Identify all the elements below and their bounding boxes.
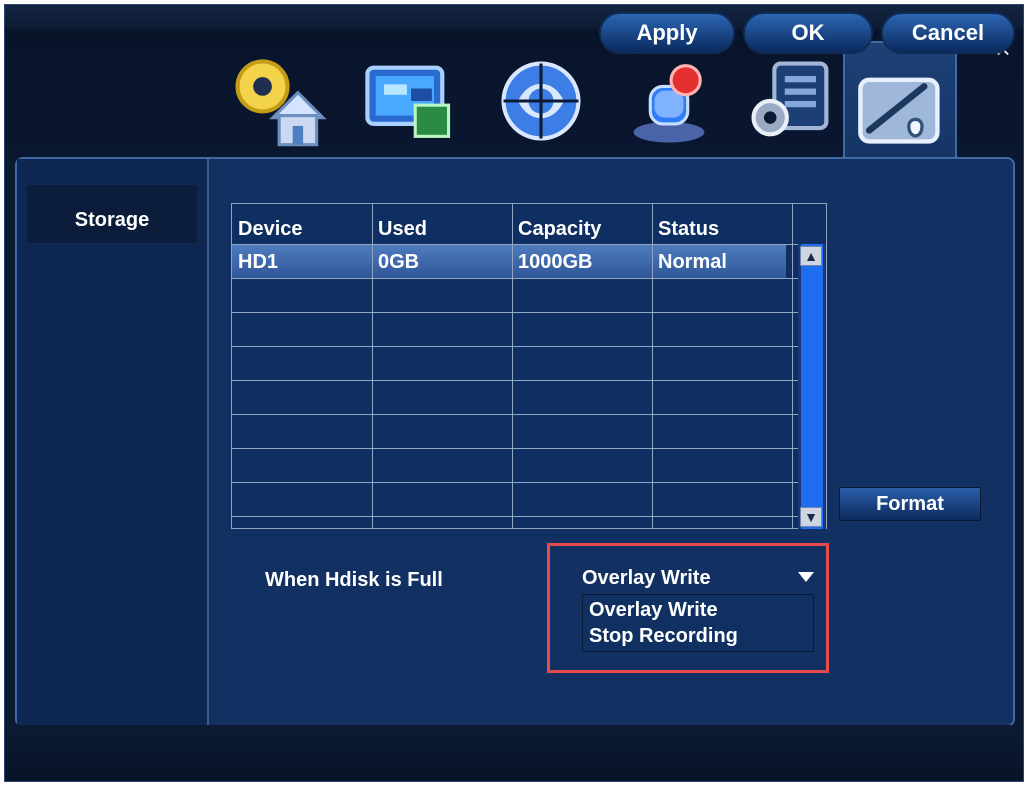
advanced-icon bbox=[858, 77, 940, 144]
chevron-down-icon bbox=[798, 572, 814, 582]
cell-status: Normal bbox=[658, 251, 727, 273]
header-used: Used bbox=[378, 218, 427, 240]
tab-alarm[interactable] bbox=[617, 49, 721, 153]
scroll-down-icon[interactable]: ▼ bbox=[800, 507, 822, 527]
network-icon bbox=[501, 61, 581, 141]
bottom-action-bar bbox=[5, 725, 1023, 781]
tab-advanced[interactable] bbox=[843, 41, 957, 165]
cell-capacity: 1000GB bbox=[518, 251, 593, 273]
selected-value: Overlay Write bbox=[582, 566, 711, 589]
cancel-button[interactable]: Cancel bbox=[881, 12, 1015, 54]
hdisk-full-label: When Hdisk is Full bbox=[265, 569, 443, 591]
tab-general[interactable] bbox=[223, 49, 327, 153]
system-icon bbox=[751, 61, 829, 137]
storage-table: Device Used Capacity Status HD1 0GB 1000… bbox=[231, 203, 827, 529]
tab-system[interactable] bbox=[739, 49, 843, 153]
row-divider bbox=[232, 516, 826, 517]
header-device: Device bbox=[238, 218, 303, 240]
option-stop-recording[interactable]: Stop Recording bbox=[589, 625, 738, 648]
storage-settings-window: × bbox=[4, 4, 1024, 782]
content-panel: Storage Device Used Capacity Status HD1 … bbox=[15, 157, 1015, 727]
hdisk-full-select[interactable]: Overlay Write bbox=[582, 564, 816, 592]
column-divider bbox=[652, 204, 653, 528]
sidebar-item-storage[interactable]: Storage bbox=[27, 185, 197, 243]
scroll-up-icon[interactable]: ▲ bbox=[800, 246, 822, 266]
tab-network[interactable] bbox=[489, 49, 593, 153]
cell-used: 0GB bbox=[378, 251, 420, 273]
row-divider bbox=[232, 312, 826, 313]
tab-display[interactable] bbox=[357, 49, 461, 153]
alarm-icon bbox=[633, 64, 705, 143]
row-divider bbox=[232, 380, 826, 381]
sidebar: Storage bbox=[17, 159, 209, 725]
column-divider bbox=[792, 204, 793, 528]
hdisk-full-options: Overlay Write Stop Recording bbox=[582, 594, 814, 652]
format-button[interactable]: Format bbox=[839, 487, 981, 521]
row-divider bbox=[232, 278, 826, 279]
row-divider bbox=[232, 244, 826, 245]
row-divider bbox=[232, 414, 826, 415]
apply-button[interactable]: Apply bbox=[599, 12, 735, 54]
table-scrollbar[interactable]: ▲ ▼ bbox=[798, 244, 826, 529]
hdisk-full-dropdown-highlight: Overlay Write Overlay Write Stop Recordi… bbox=[547, 543, 829, 673]
header-status: Status bbox=[658, 218, 720, 240]
table-header-row: Device Used Capacity Status bbox=[232, 204, 826, 244]
row-divider bbox=[232, 346, 826, 347]
display-icon bbox=[365, 65, 451, 138]
column-divider bbox=[512, 204, 513, 528]
table-row[interactable]: HD1 0GB 1000GB Normal bbox=[232, 244, 786, 278]
general-settings-icon bbox=[235, 59, 327, 147]
row-divider bbox=[232, 448, 826, 449]
column-divider bbox=[372, 204, 373, 528]
ok-button[interactable]: OK bbox=[743, 12, 873, 54]
row-divider bbox=[232, 482, 826, 483]
header-capacity: Capacity bbox=[518, 218, 602, 240]
sidebar-item-label: Storage bbox=[74, 209, 150, 231]
option-overlay-write[interactable]: Overlay Write bbox=[589, 599, 718, 622]
cell-device: HD1 bbox=[238, 251, 279, 273]
scrollbar-thumb[interactable] bbox=[801, 244, 823, 529]
